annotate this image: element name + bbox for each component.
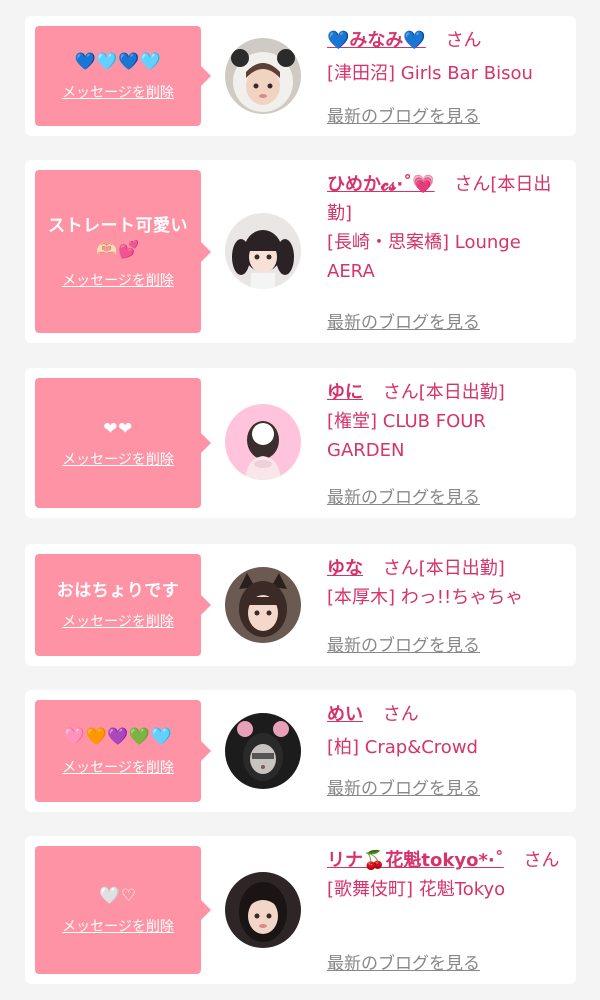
girl-info: リナ🍒花魁tokyo*·˚ さん [歌舞伎町] 花魁Tokyo [327,846,565,904]
avatar[interactable] [225,404,301,480]
latest-blog-link[interactable]: 最新のブログを見る [327,949,480,974]
girl-info: めい さん [柏] Crap&Crowd [327,700,565,762]
message-bubble: 🩷🧡💜💚🩵 メッセージを削除 [35,700,211,802]
message-card: 🩷🧡💜💚🩵 メッセージを削除 めい さん [柏] Crap&Crowd 最新のブ… [25,690,576,812]
avatar[interactable] [225,213,301,289]
avatar[interactable] [225,872,301,948]
girl-name-link[interactable]: ゆに [327,382,363,403]
message-bubble: 🤍♡ メッセージを削除 [35,846,211,974]
san-suffix: さん [454,174,491,195]
girl-name-link[interactable]: ひめか𝓬𝓼·˚💗 [327,174,435,195]
avatar-dark-hair-icon [225,872,301,948]
latest-blog-link[interactable]: 最新のブログを見る [327,308,480,333]
avatar[interactable] [225,38,301,114]
delete-message-link[interactable]: メッセージを削除 [62,611,174,631]
shop-name: [柏] Crap&Crowd [327,737,478,758]
message-text: ❤︎❤︎ [103,419,133,439]
shop-name: [津田沼] Girls Bar Bisou [327,63,533,84]
message-card: 🤍♡ メッセージを削除 リナ🍒花魁tokyo*·˚ さん [歌舞伎町] 花魁To… [25,836,576,984]
girl-name-link[interactable]: ゆな [327,558,363,579]
delete-message-link[interactable]: メッセージを削除 [62,82,174,102]
girl-info: 💙みなみ💙 さん [津田沼] Girls Bar Bisou [327,26,565,88]
message-text: 🤍♡ [99,886,137,906]
girl-info: ゆな さん[本日出勤] [本厚木] わっ!!ちゃちゃ [327,554,565,612]
girl-info: ひめか𝓬𝓼·˚💗 さん[本日出勤] [長崎・思案橋] Lounge AERA [327,170,565,286]
message-bubble: おはちょりです メッセージを削除 [35,554,211,656]
avatar-cat-ears-icon [225,567,301,643]
girl-name-link[interactable]: 💙みなみ💙 [327,30,426,51]
avatar-pink-bg-icon [225,404,301,480]
latest-blog-link[interactable]: 最新のブログを見る [327,631,480,656]
message-list: 💙🩵💙🩵 メッセージを削除 💙みなみ💙 さん [津田沼] Girls Bar B… [0,0,600,1000]
shop-name: [長崎・思案橋] Lounge AERA [327,232,521,282]
avatar-panda-hood-icon [225,38,301,114]
message-bubble: 💙🩵💙🩵 メッセージを削除 [35,26,211,126]
message-bubble: ストレート可愛い🫶🏻💕 メッセージを削除 [35,170,211,333]
message-card: ストレート可愛い🫶🏻💕 メッセージを削除 ひめか𝓬𝓼·˚💗 さん[本日出勤] [… [25,160,576,343]
message-text: おはちょりです [56,581,180,601]
message-card: おはちょりです メッセージを削除 ゆな さん[本日出勤] [本厚木] わっ!!ち… [25,544,576,666]
san-suffix: さん [382,558,419,579]
message-text: 💙🩵💙🩵 [74,52,162,72]
work-status: [本日出勤] [418,382,505,403]
shop-name: [権堂] CLUB FOUR GARDEN [327,411,486,461]
san-suffix: さん [445,30,482,51]
message-card: ❤︎❤︎ メッセージを削除 ゆに さん[本日出勤] [権堂] CLUB FOUR… [25,368,576,518]
delete-message-link[interactable]: メッセージを削除 [62,270,174,290]
latest-blog-link[interactable]: 最新のブログを見る [327,102,480,127]
shop-name: [歌舞伎町] 花魁Tokyo [327,879,506,900]
san-suffix: さん [382,704,419,725]
message-text: 🩷🧡💜💚🩵 [63,727,173,747]
avatar-bear-ears-icon [225,713,301,789]
message-bubble: ❤︎❤︎ メッセージを削除 [35,378,211,508]
delete-message-link[interactable]: メッセージを削除 [62,757,174,777]
girl-info: ゆに さん[本日出勤] [権堂] CLUB FOUR GARDEN [327,378,565,465]
avatar[interactable] [225,567,301,643]
girl-name-link[interactable]: めい [327,704,363,725]
avatar[interactable] [225,713,301,789]
avatar-twin-tails-icon [225,213,301,289]
work-status: [本日出勤] [418,558,505,579]
san-suffix: さん [382,382,419,403]
message-card: 💙🩵💙🩵 メッセージを削除 💙みなみ💙 さん [津田沼] Girls Bar B… [25,16,576,136]
delete-message-link[interactable]: メッセージを削除 [62,916,174,936]
shop-name: [本厚木] わっ!!ちゃちゃ [327,587,524,608]
delete-message-link[interactable]: メッセージを削除 [62,449,174,469]
latest-blog-link[interactable]: 最新のブログを見る [327,774,480,799]
girl-name-link[interactable]: リナ🍒花魁tokyo*·˚ [327,850,504,871]
message-text: ストレート可愛い🫶🏻💕 [48,215,188,260]
latest-blog-link[interactable]: 最新のブログを見る [327,483,480,508]
san-suffix: さん [523,850,560,871]
